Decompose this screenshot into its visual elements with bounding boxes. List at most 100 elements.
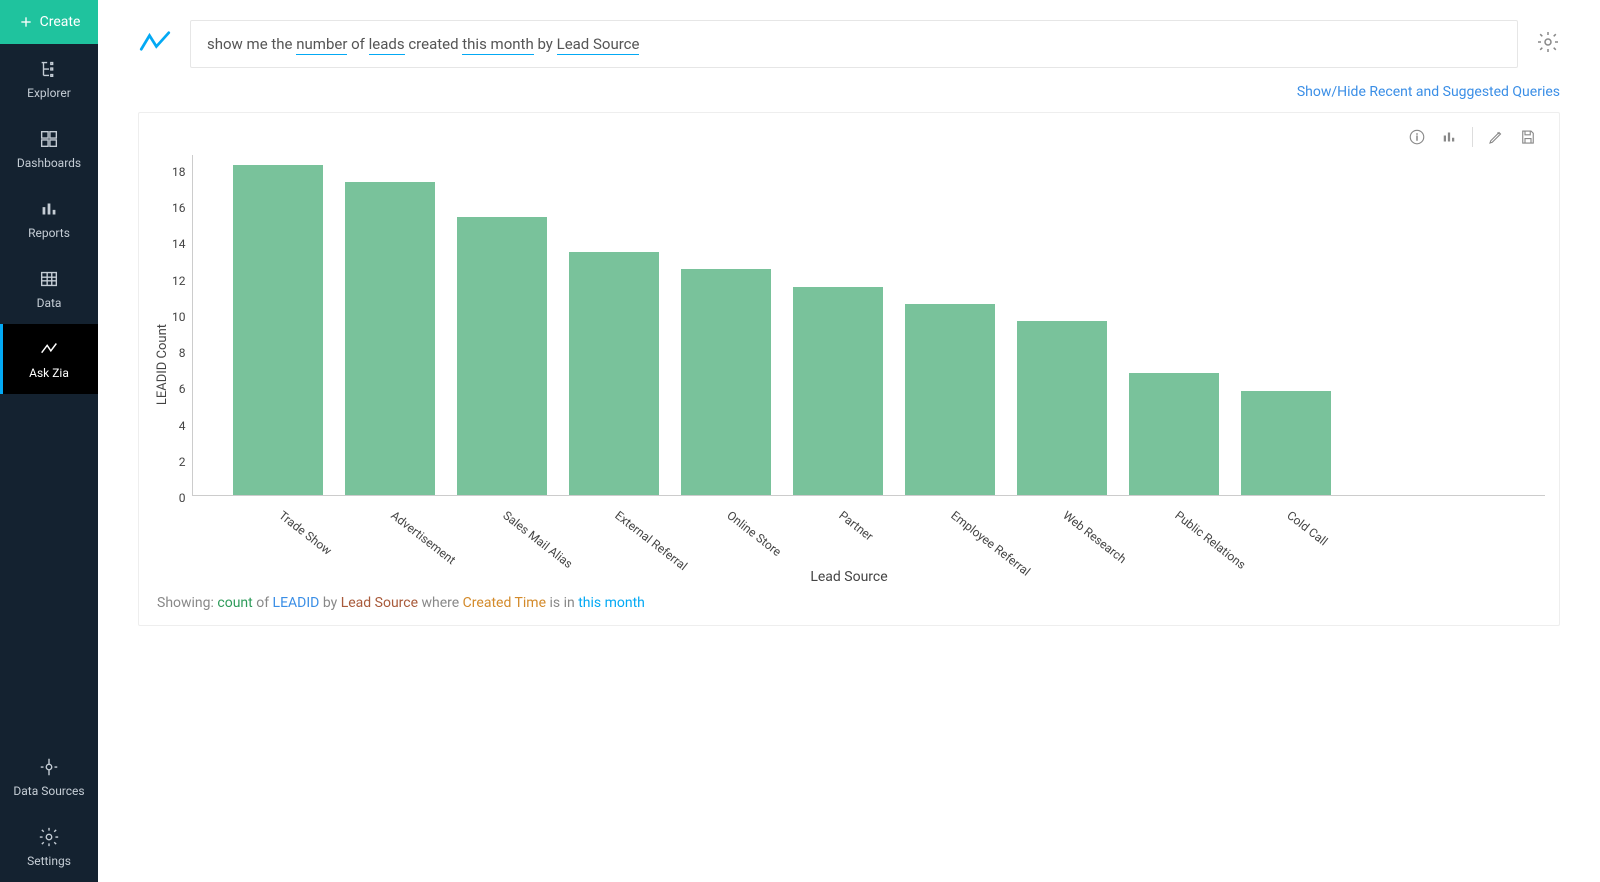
query-row: show me the number of leads created this…: [138, 20, 1560, 68]
sidebar-item-ask-zia[interactable]: Ask Zia: [0, 324, 98, 394]
y-axis-label: LEADID Count: [153, 324, 172, 405]
y-tick: 2: [179, 455, 186, 469]
y-tick: 12: [172, 274, 186, 288]
x-label-wrap: Trade Show: [232, 502, 322, 575]
chart-area: LEADID Count 18 16 14 12 10 8 6 4 2 0 Trade Show A…: [153, 155, 1545, 575]
bar[interactable]: [1241, 391, 1331, 495]
sidebar-item-data-sources[interactable]: Data Sources: [0, 742, 98, 812]
settings-button[interactable]: [1536, 30, 1560, 58]
plot: Trade ShowAdvertisementSales Mail AliasE…: [192, 155, 1546, 575]
x-label-wrap: Public Relations: [1128, 502, 1218, 575]
chart-card: LEADID Count 18 16 14 12 10 8 6 4 2 0 Trade Show A…: [138, 112, 1560, 626]
y-tick: 4: [179, 419, 186, 433]
showing-leadid: LEADID: [273, 595, 320, 611]
data-icon: [38, 268, 60, 290]
save-icon[interactable]: [1519, 128, 1537, 146]
x-label-wrap: Web Research: [1016, 502, 1106, 575]
x-label-wrap: Advertisement: [344, 502, 434, 575]
main: show me the number of leads created this…: [98, 0, 1600, 882]
showing-created: Created Time: [463, 595, 546, 611]
y-tick: 16: [172, 201, 186, 215]
toolbar-divider: [1472, 127, 1473, 147]
nav-label: Reports: [28, 226, 70, 240]
bar[interactable]: [681, 269, 771, 495]
q-text: show me the: [207, 35, 296, 53]
showing-count: count: [217, 595, 252, 611]
showing-summary: Showing: count of LEADID by Lead Source …: [153, 585, 1545, 615]
q-token-leads[interactable]: leads: [369, 35, 405, 55]
bars-container: [192, 155, 1546, 496]
bar[interactable]: [793, 287, 883, 495]
explorer-icon: [38, 58, 60, 80]
bar[interactable]: [569, 252, 659, 495]
sidebar-item-explorer[interactable]: Explorer: [0, 44, 98, 114]
showing-prefix: Showing:: [157, 595, 217, 611]
y-tick: 18: [172, 165, 186, 179]
data-sources-icon: [38, 756, 60, 778]
bar[interactable]: [1129, 373, 1219, 495]
x-tick-label: Public Relations: [1172, 508, 1248, 572]
bar[interactable]: [233, 165, 323, 495]
bar[interactable]: [905, 304, 995, 495]
query-input[interactable]: show me the number of leads created this…: [190, 20, 1518, 68]
q-token-this-month[interactable]: this month: [462, 35, 533, 55]
bar[interactable]: [457, 217, 547, 495]
x-label-wrap: Online Store: [680, 502, 770, 575]
sidebar-item-data[interactable]: Data: [0, 254, 98, 324]
q-text: of: [347, 35, 368, 53]
bar[interactable]: [345, 182, 435, 495]
nav-label: Ask Zia: [29, 366, 69, 380]
x-labels: Trade ShowAdvertisementSales Mail AliasE…: [192, 496, 1546, 575]
x-label-wrap: External Referral: [568, 502, 658, 575]
info-icon[interactable]: [1408, 128, 1426, 146]
sidebar-item-settings[interactable]: Settings: [0, 812, 98, 882]
chart-toolbar: [153, 123, 1545, 155]
y-tick: 0: [179, 491, 186, 505]
bar[interactable]: [1017, 321, 1107, 495]
nav-label: Data: [37, 296, 62, 310]
y-tick: 14: [172, 237, 186, 251]
nav-label: Settings: [27, 854, 71, 868]
x-tick-label: Cold Call: [1284, 508, 1330, 548]
y-axis: LEADID Count 18 16 14 12 10 8 6 4 2 0: [153, 155, 192, 575]
sidebar-item-dashboards[interactable]: Dashboards: [0, 114, 98, 184]
x-label-wrap: Partner: [792, 502, 882, 575]
q-token-number[interactable]: number: [296, 35, 347, 55]
show-hide-suggestions-link[interactable]: Show/Hide Recent and Suggested Queries: [138, 84, 1560, 100]
zia-logo-icon: [138, 30, 172, 58]
settings-icon: [38, 826, 60, 848]
plus-icon: [18, 14, 34, 30]
q-text: by: [534, 35, 557, 53]
create-label: Create: [40, 14, 81, 30]
x-label-wrap: Sales Mail Alias: [456, 502, 546, 575]
showing-by: by: [319, 595, 340, 611]
x-label-wrap: Employee Referral: [904, 502, 994, 575]
showing-of: of: [253, 595, 273, 611]
sidebar: Create Explorer Dashboards Reports Data …: [0, 0, 98, 882]
zia-icon: [38, 338, 60, 360]
edit-icon[interactable]: [1487, 128, 1505, 146]
x-tick-label: Web Research: [1060, 508, 1129, 566]
y-tick: 8: [179, 346, 186, 360]
x-tick-label: Sales Mail Alias: [500, 508, 575, 571]
showing-month: this month: [578, 595, 645, 611]
q-token-lead-source[interactable]: Lead Source: [557, 35, 640, 55]
x-tick-label: Online Store: [724, 508, 784, 559]
gear-icon: [1536, 30, 1560, 54]
nav-label: Dashboards: [17, 156, 81, 170]
showing-where: where: [418, 595, 463, 611]
create-button[interactable]: Create: [0, 0, 98, 44]
y-tick: 10: [172, 310, 186, 324]
q-text: created: [405, 35, 463, 53]
nav-label: Explorer: [27, 86, 71, 100]
sidebar-item-reports[interactable]: Reports: [0, 184, 98, 254]
y-tick: 6: [179, 382, 186, 396]
showing-isin: is in: [546, 595, 578, 611]
x-tick-label: External Referral: [612, 508, 690, 573]
chart-type-icon[interactable]: [1440, 128, 1458, 146]
y-ticks: 18 16 14 12 10 8 6 4 2 0: [172, 165, 192, 505]
nav-label: Data Sources: [13, 784, 84, 798]
dashboards-icon: [38, 128, 60, 150]
x-tick-label: Advertisement: [388, 508, 458, 567]
x-label-wrap: Cold Call: [1240, 502, 1330, 575]
